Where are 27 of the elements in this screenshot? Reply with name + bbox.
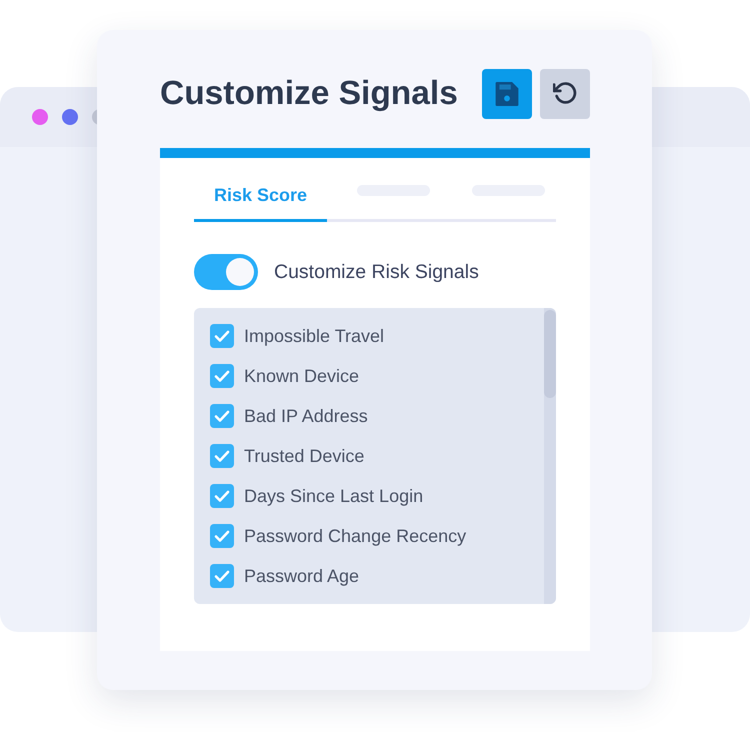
checkbox[interactable] xyxy=(210,444,234,468)
checkbox[interactable] xyxy=(210,324,234,348)
checkbox-label: Impossible Travel xyxy=(244,325,384,347)
tab[interactable]: Risk Score xyxy=(194,184,327,222)
tab[interactable] xyxy=(460,184,556,222)
checkbox-label: Password Age xyxy=(244,565,360,587)
tab[interactable] xyxy=(327,184,460,222)
rotate-arrow-icon xyxy=(553,82,577,106)
save-button[interactable] xyxy=(482,69,532,119)
save-icon xyxy=(495,82,519,106)
checkbox-label: Trusted Device xyxy=(244,445,364,467)
scrollbar-thumb[interactable] xyxy=(544,310,556,398)
checkbox[interactable] xyxy=(210,524,234,548)
reset-button[interactable] xyxy=(540,69,590,119)
checkbox-label: Days Since Last Login xyxy=(244,485,424,507)
toggle-switch[interactable] xyxy=(194,254,258,290)
checkbox[interactable] xyxy=(210,564,234,588)
toggle-label: Customize Risk Signals xyxy=(274,260,479,284)
checkbox[interactable] xyxy=(210,364,234,388)
dialog-title: Customize Signals xyxy=(160,74,458,114)
window-dot-icon[interactable] xyxy=(32,109,48,125)
checkbox-label: Bad IP Address xyxy=(244,405,368,427)
checkbox-label: Password Change Recency xyxy=(244,525,466,547)
checkbox[interactable] xyxy=(210,484,234,508)
checkbox[interactable] xyxy=(210,404,234,428)
checkbox-label: Known Device xyxy=(244,365,360,387)
window-dot-icon[interactable] xyxy=(62,109,78,125)
